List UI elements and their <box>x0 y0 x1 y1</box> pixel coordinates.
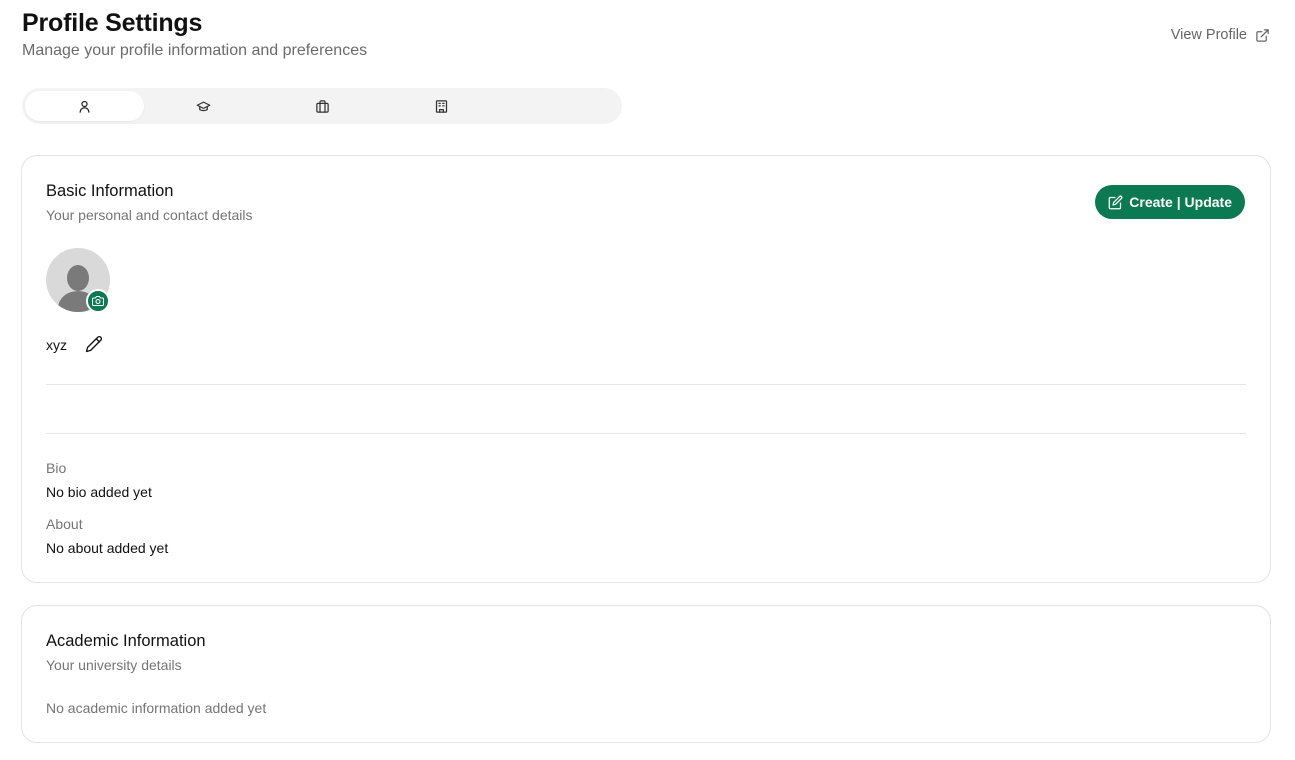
briefcase-icon <box>316 99 329 113</box>
view-profile-label: View Profile <box>1170 27 1247 43</box>
username: xyz <box>46 337 67 353</box>
academic-info-title: Academic Information <box>46 632 206 650</box>
bio-value: No bio added yet <box>46 484 152 500</box>
tab-organization[interactable] <box>382 91 501 121</box>
basic-info-title: Basic Information <box>46 182 174 200</box>
create-update-label: Create | Update <box>1129 194 1232 210</box>
profile-tabs <box>22 88 622 124</box>
academic-empty-message: No academic information added yet <box>46 700 267 716</box>
view-profile-link[interactable]: View Profile <box>1171 27 1270 43</box>
tab-academic[interactable] <box>144 91 263 121</box>
basic-info-subtitle: Your personal and contact details <box>46 207 253 223</box>
building-icon <box>435 99 448 113</box>
divider <box>46 384 1246 385</box>
change-photo-button[interactable] <box>86 289 110 313</box>
academic-info-subtitle: Your university details <box>46 657 182 673</box>
about-value: No about added yet <box>46 540 169 556</box>
pencil-icon[interactable] <box>85 335 103 353</box>
user-icon <box>79 100 90 113</box>
external-link-icon <box>1256 28 1269 42</box>
bio-label: Bio <box>46 460 67 476</box>
page-title: Profile Settings <box>22 9 203 37</box>
page-subtitle: Manage your profile information and pref… <box>22 42 368 59</box>
basic-information-card: Basic Information Your personal and cont… <box>21 155 1271 583</box>
about-label: About <box>46 516 83 532</box>
avatar-head <box>67 265 89 291</box>
tab-experience[interactable] <box>263 91 382 121</box>
graduation-cap-icon <box>196 101 211 111</box>
edit-icon <box>1108 195 1123 209</box>
divider <box>46 433 1246 434</box>
create-update-button[interactable]: Create | Update <box>1095 185 1245 219</box>
tab-personal[interactable] <box>25 91 144 121</box>
camera-icon <box>92 295 104 307</box>
academic-information-card: Academic Information Your university det… <box>21 605 1271 743</box>
